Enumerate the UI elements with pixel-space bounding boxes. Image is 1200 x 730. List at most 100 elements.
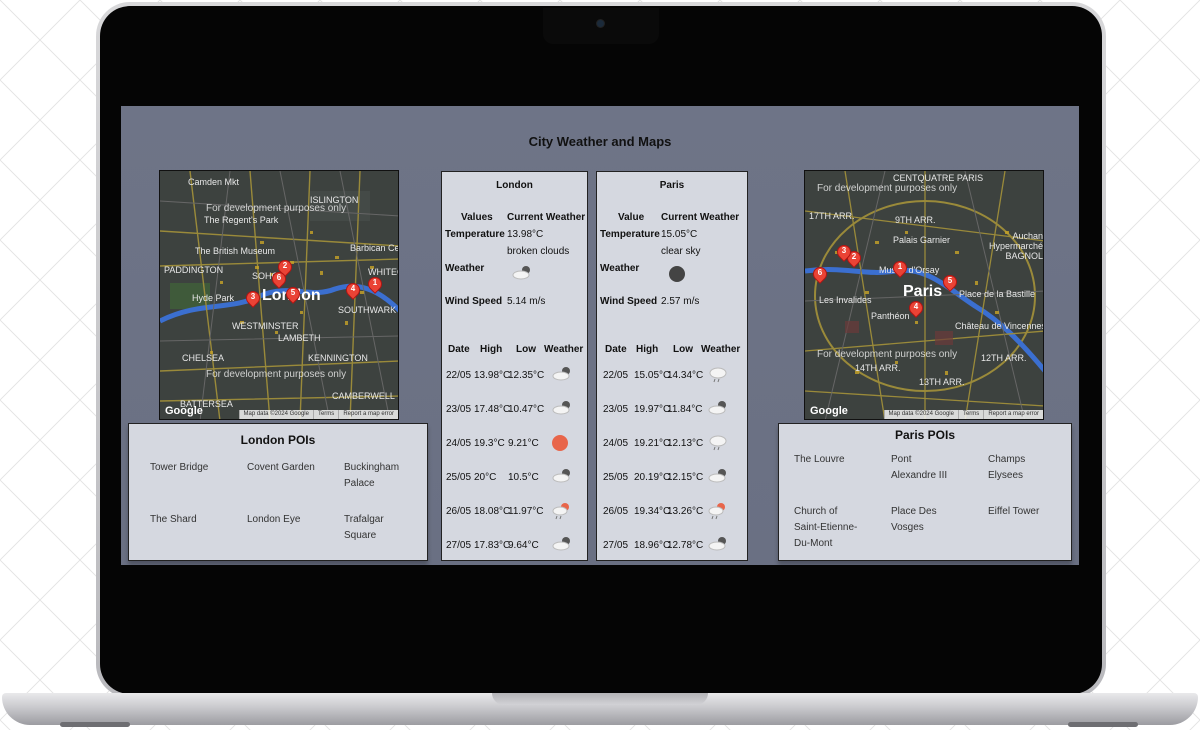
forecast-header-high: High [636,344,659,355]
map-pin[interactable]: 4 [343,280,363,301]
map-label: PADDINGTON [164,265,224,275]
forecast-date: 27/05 [446,540,472,551]
forecast-date: 23/05 [603,404,629,415]
map-label: CHELSEA [182,353,225,363]
poi-item: Trafalgar Square [344,514,384,541]
london-map[interactable]: Camden Mkt ISLINGTON The Regent's Park T… [159,170,399,420]
rain-icon [707,366,729,383]
map-pin[interactable]: 6 [269,269,289,290]
forecast-date: 25/05 [603,472,629,483]
weather-description: clear sky [661,246,701,257]
map-label: SOUTHWARK [338,305,397,315]
paris-weather-panel: Paris Value Current Weather Temperature … [596,171,748,561]
map-pin[interactable]: 5 [940,272,960,293]
rain-icon [707,434,729,451]
london-weather-panel: London Values Current Weather Temperatur… [441,171,588,561]
forecast-high: 19.34°C [634,506,671,517]
map-label: KENNINGTON [308,353,368,363]
weather-label: Weather [600,263,640,274]
map-label: Palais Garnier [893,235,951,245]
map-label: Camden Mkt [188,177,240,187]
current-weather-header: Current Weather [507,212,586,223]
forecast-date: 22/05 [603,370,629,381]
map-label: Musée d'Orsay [879,265,940,275]
sun-rain-icon [707,502,729,520]
map-terms-link[interactable]: Terms [957,410,983,419]
forecast-low: 12.78°C [667,540,704,551]
page-title: City Weather and Maps [528,134,672,149]
google-logo[interactable]: Google [810,405,848,417]
map-pin[interactable]: 3 [243,288,263,309]
forecast-date: 27/05 [603,540,629,551]
map-label: 9TH ARR. [895,215,936,225]
laptop-foot-left [60,722,130,727]
google-logo[interactable]: Google [165,405,203,417]
wind-value: 5.14 m/s [507,296,546,307]
map-label: Les Invalides [819,295,872,305]
values-header: Value [618,212,645,223]
map-label: Panthéon [871,311,910,321]
sun-rain-icon [551,502,573,520]
forecast-low: 12.13°C [667,438,704,449]
poi-item: Tower Bridge [150,462,209,473]
broken-clouds-icon [707,468,729,484]
broken-clouds-icon [551,536,573,552]
forecast-low: 10.5°C [508,472,539,483]
poi-item: Covent Garden [247,462,315,473]
broken-clouds-icon [511,265,533,281]
map-label: Place de la Bastille [959,289,1036,299]
map-label: 12TH ARR. [981,353,1027,363]
map-label: 17TH ARR. [809,211,855,221]
poi-item: Eiffel Tower [988,506,1040,517]
current-weather-header: Current Weather [661,212,740,223]
poi-title: London POIs [240,433,316,447]
forecast-high: 18.08°C [474,506,511,517]
forecast-date: 24/05 [446,438,472,449]
temperature-value: 15.05°C [661,229,698,240]
poi-item: Champs Elysees [988,454,1026,481]
map-footer: Map data ©2024 Google Terms Report a map… [238,410,398,419]
forecast-low: 11.84°C [667,404,703,415]
map-data-credit: Map data ©2024 Google [883,410,958,419]
map-label: Hyde Park [192,293,235,303]
paris-map[interactable]: CENTQUATRE PARIS 17TH ARR. 9TH ARR. Pala… [804,170,1044,420]
dev-watermark: For development purposes only [817,349,958,360]
map-label: 13TH ARR. [919,377,965,387]
map-pin[interactable]: 6 [810,264,830,285]
forecast-header-low: Low [673,344,693,355]
broken-clouds-icon [551,400,573,416]
map-label: CAMBERWELL [332,391,395,401]
map-pin[interactable]: 1 [890,258,910,279]
forecast-header-low: Low [516,344,536,355]
app-screen: City Weather and Maps Camden Mkt ISLINGT… [121,106,1079,565]
map-pin[interactable]: 1 [365,274,385,295]
forecast-high: 20°C [474,472,497,483]
poi-item: Pont Alexandre III [891,454,948,481]
forecast-low: 13.26°C [667,506,704,517]
forecast-high: 17.48°C [474,404,511,415]
map-terms-link[interactable]: Terms [312,410,338,419]
forecast-header-date: Date [448,344,470,355]
map-label: CENTQUATRE PARIS [893,173,984,183]
forecast-date: 22/05 [446,370,472,381]
map-report-link[interactable]: Report a map error [338,410,398,419]
paris-poi-panel: Paris POIs The Louvre Pont Alexandre III… [778,423,1072,561]
laptop-lid-opener [492,693,708,705]
laptop-foot-right [1068,722,1138,727]
weather-description: broken clouds [507,246,570,257]
map-pin[interactable]: 5 [283,284,303,305]
temperature-label: Temperature [445,229,505,240]
dev-watermark: For development purposes only [817,183,958,194]
forecast-header-high: High [480,344,503,355]
map-label: Auchan Hypermarché BAGNOL [988,231,1043,261]
map-report-link[interactable]: Report a map error [983,410,1043,419]
forecast-high: 17.83°C [474,540,511,551]
forecast-low: 12.15°C [667,472,704,483]
forecast-date: 23/05 [446,404,472,415]
london-poi-panel: London POIs Tower Bridge Covent Garden B… [128,423,428,561]
map-pin[interactable]: 3 [834,242,854,263]
forecast-low: 11.97°C [508,506,544,517]
broken-clouds-icon [551,366,573,382]
map-pin[interactable]: 4 [906,298,926,319]
map-label: WESTMINSTER [232,321,299,331]
